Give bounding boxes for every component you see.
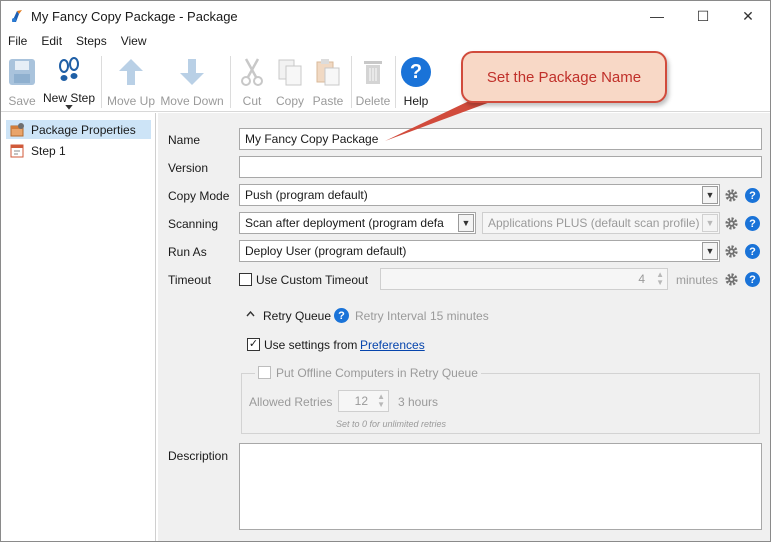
chevron-down-icon: ▼ <box>702 242 718 260</box>
paste-button[interactable]: Paste <box>310 54 346 110</box>
retries-duration: 3 hours <box>398 395 439 409</box>
minimize-button[interactable]: — <box>634 1 680 31</box>
name-label: Name <box>168 133 201 147</box>
copy-icon <box>278 59 302 86</box>
timeout-label: Timeout <box>168 273 211 287</box>
move-up-button[interactable]: Move Up <box>105 54 157 110</box>
scanning-select[interactable]: Scan after deployment (program defa ▼ <box>239 212 476 234</box>
title-bar: My Fancy Copy Package - Package — ☐ ✕ <box>1 1 770 32</box>
properties-panel: Name My Fancy Copy Package Version Copy … <box>158 113 770 541</box>
gear-icon[interactable] <box>724 244 739 259</box>
retry-interval-value: 15 minutes <box>430 309 489 323</box>
tree-item-package-properties[interactable]: Package Properties <box>6 120 151 139</box>
close-button[interactable]: ✕ <box>725 1 771 31</box>
menu-bar: File Edit Steps View <box>1 32 770 52</box>
menu-file[interactable]: File <box>1 32 34 52</box>
custom-timeout-label: Use Custom Timeout <box>256 273 369 287</box>
step-tree: Package Properties Step 1 <box>2 113 156 541</box>
timeout-unit: minutes <box>676 273 719 287</box>
retry-queue-label[interactable]: Retry Queue <box>263 309 331 323</box>
retry-interval-label: Retry Interval <box>355 309 427 323</box>
version-label: Version <box>168 161 209 175</box>
offline-retry-checkbox <box>258 366 271 379</box>
run-as-label: Run As <box>168 245 207 259</box>
offline-retry-label: Put Offline Computers in Retry Queue <box>276 366 478 380</box>
custom-timeout-checkbox[interactable] <box>239 273 252 286</box>
trash-icon <box>364 61 382 84</box>
arrow-up-icon <box>119 59 143 85</box>
annotation-callout: Set the Package Name <box>461 51 667 103</box>
menu-view[interactable]: View <box>114 32 154 52</box>
chevron-down-icon: ▼ <box>458 214 474 232</box>
gear-icon[interactable] <box>724 272 739 287</box>
spinner-arrows-icon: ▲ ▼ <box>656 270 664 287</box>
arrow-down-icon <box>180 59 204 85</box>
step-icon <box>10 144 24 157</box>
copy-button[interactable]: Copy <box>272 54 308 110</box>
copy-mode-select[interactable]: Push (program default) ▼ <box>239 184 720 206</box>
menu-edit[interactable]: Edit <box>34 32 69 52</box>
help-icon[interactable]: ? <box>745 188 760 203</box>
help-icon[interactable]: ? <box>745 244 760 259</box>
spinner-arrows-icon: ▲ ▼ <box>377 392 385 409</box>
help-icon[interactable]: ? <box>745 272 760 287</box>
copy-mode-label: Copy Mode <box>168 189 230 203</box>
help-icon: ? <box>401 57 431 87</box>
allowed-retries-spinner: 12 ▲ ▼ <box>338 390 389 412</box>
cut-button[interactable]: Cut <box>235 54 269 110</box>
window-title: My Fancy Copy Package - Package <box>31 9 238 24</box>
description-field[interactable] <box>239 443 762 530</box>
allowed-retries-label: Allowed Retries <box>249 395 333 409</box>
chevron-down-icon: ▼ <box>702 186 718 204</box>
toolbar-separator <box>230 56 231 108</box>
toolbar-separator <box>351 56 352 108</box>
help-icon[interactable]: ? <box>334 308 349 323</box>
scan-profile-select: Applications PLUS (default scan profile)… <box>482 212 720 234</box>
retries-hint: Set to 0 for unlimited retries <box>336 419 447 429</box>
footsteps-icon <box>59 56 79 81</box>
tree-item-step-1[interactable]: Step 1 <box>6 141 71 160</box>
version-field[interactable] <box>239 156 762 178</box>
help-icon[interactable]: ? <box>745 216 760 231</box>
toolbar-separator <box>101 56 102 108</box>
menu-steps[interactable]: Steps <box>69 32 114 52</box>
use-settings-checkbox[interactable]: ✓ <box>247 338 260 351</box>
dropdown-arrow-icon <box>65 105 73 110</box>
move-down-button[interactable]: Move Down <box>159 54 225 110</box>
chevron-up-icon[interactable] <box>246 311 255 317</box>
new-step-button[interactable]: New Step <box>43 54 95 110</box>
scissors-icon <box>241 58 263 86</box>
app-window: My Fancy Copy Package - Package — ☐ ✕ Fi… <box>0 0 771 542</box>
gear-icon[interactable] <box>724 216 739 231</box>
maximize-button[interactable]: ☐ <box>680 1 726 31</box>
package-icon <box>10 122 24 136</box>
timeout-spinner: 4 ▲ ▼ <box>380 268 668 290</box>
scanning-label: Scanning <box>168 217 219 231</box>
chevron-down-icon: ▼ <box>702 214 718 232</box>
callout-pointer <box>385 101 493 141</box>
preferences-link[interactable]: Preferences <box>360 338 425 352</box>
run-as-select[interactable]: Deploy User (program default) ▼ <box>239 240 720 262</box>
paste-icon <box>316 59 340 86</box>
app-icon <box>12 10 22 22</box>
save-button[interactable]: Save <box>3 54 41 110</box>
save-icon <box>9 59 35 85</box>
use-settings-label: Use settings from <box>264 338 358 352</box>
description-label: Description <box>168 449 229 463</box>
gear-icon[interactable] <box>724 188 739 203</box>
